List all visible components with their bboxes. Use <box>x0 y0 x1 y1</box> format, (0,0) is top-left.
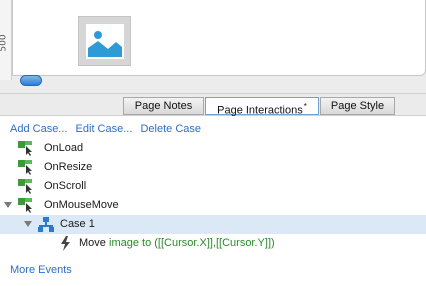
lightning-icon <box>61 236 70 251</box>
event-icon <box>18 141 32 156</box>
tab-page-interactions[interactable]: Page Interactions* <box>205 97 319 117</box>
vertical-ruler: 500 <box>0 0 12 80</box>
action-detail: image to ([[Cursor.X]],[[Cursor.Y]]) <box>109 237 275 249</box>
case-actions: Add Case... Edit Case... Delete Case <box>10 123 206 135</box>
event-label: OnScroll <box>44 180 87 192</box>
expand-triangle-icon[interactable] <box>24 221 32 227</box>
properties-tab-bar: Page Notes Page Interactions* Page Style <box>0 93 426 117</box>
image-placeholder-icon <box>86 24 124 59</box>
case-tree-icon <box>38 217 54 232</box>
ruler-label: 500 <box>0 34 9 52</box>
event-icon <box>18 160 32 175</box>
event-row-onmousemove[interactable]: OnMouseMove <box>0 196 426 215</box>
event-row-onresize[interactable]: OnResize <box>0 158 426 177</box>
tab-page-style[interactable]: Page Style <box>320 97 395 115</box>
interactions-panel: Add Case... Edit Case... Delete Case OnL… <box>0 117 426 286</box>
page-canvas: 500 <box>0 0 426 93</box>
add-case-link[interactable]: Add Case... <box>10 123 67 135</box>
event-row-onscroll[interactable]: OnScroll <box>0 177 426 196</box>
event-icon <box>18 179 32 194</box>
case-row[interactable]: Case 1 <box>0 215 426 234</box>
tab-page-notes[interactable]: Page Notes <box>123 97 204 115</box>
event-icon <box>18 198 32 213</box>
edit-case-link[interactable]: Edit Case... <box>76 123 133 135</box>
horizontal-scroll-thumb[interactable] <box>20 75 42 86</box>
more-events-link[interactable]: More Events <box>10 264 72 276</box>
expand-triangle-icon[interactable] <box>4 202 12 208</box>
event-label: OnResize <box>44 161 93 173</box>
action-row[interactable]: Move image to ([[Cursor.X]],[[Cursor.Y]]… <box>0 234 426 253</box>
delete-case-link[interactable]: Delete Case <box>140 123 201 135</box>
canvas-surface[interactable] <box>12 0 426 76</box>
tab-label: Page Notes <box>134 100 193 112</box>
event-row-onload[interactable]: OnLoad <box>0 139 426 158</box>
event-label: OnLoad <box>44 142 84 154</box>
event-label: OnMouseMove <box>44 199 119 211</box>
image-widget[interactable] <box>78 16 131 66</box>
action-verb: Move <box>79 237 106 249</box>
tab-label: Page Interactions <box>217 104 303 117</box>
unsaved-indicator: * <box>303 102 307 111</box>
tab-label: Page Style <box>330 100 385 112</box>
case-label: Case 1 <box>60 218 95 230</box>
